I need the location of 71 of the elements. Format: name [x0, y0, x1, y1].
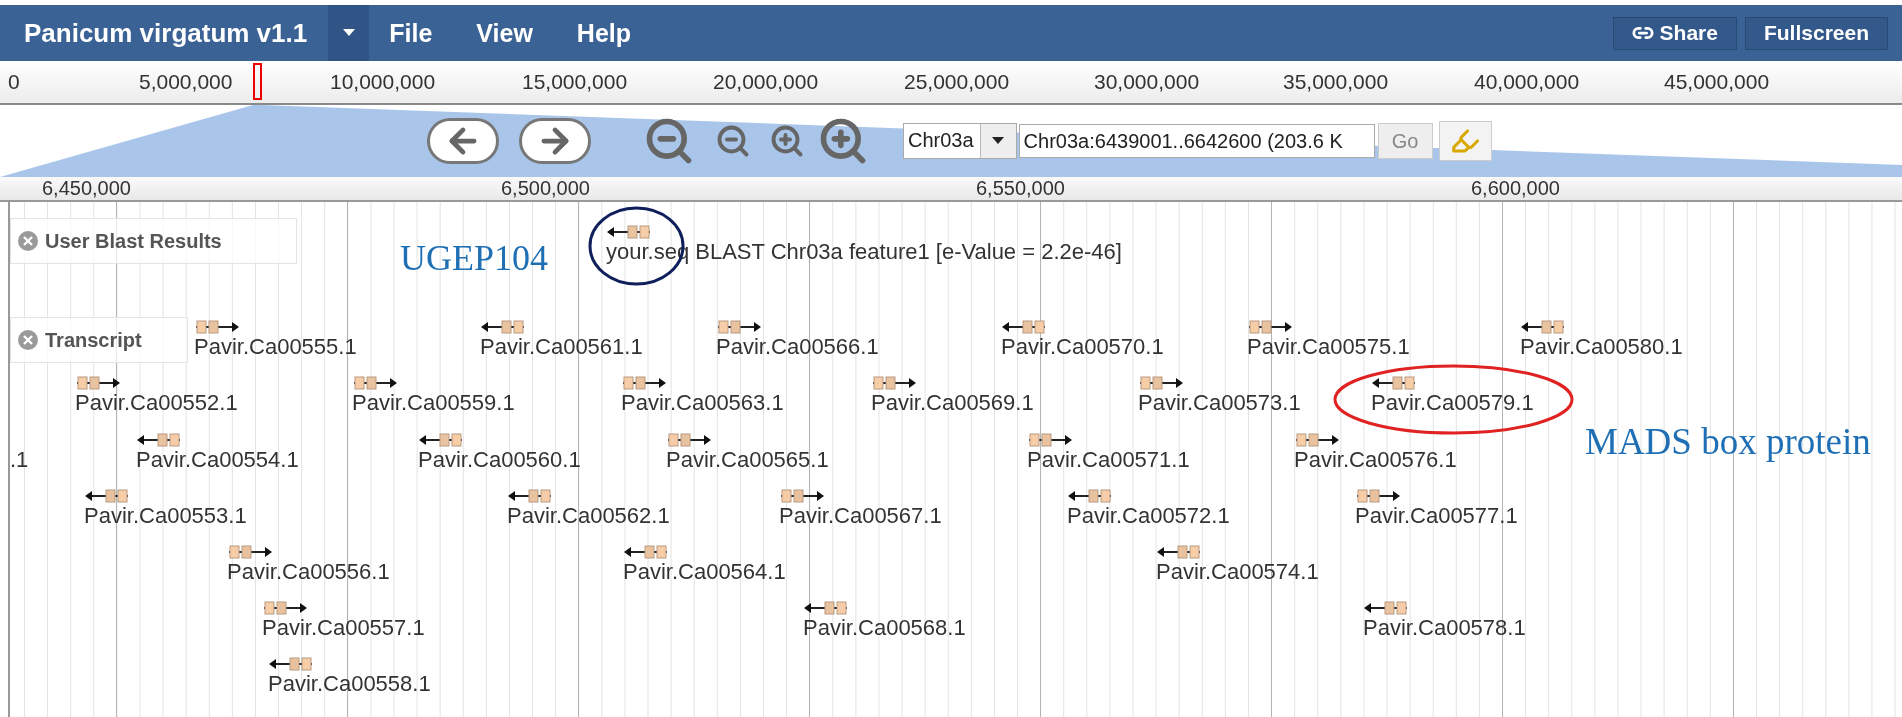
feature-label[interactable]: Pavir.Ca00561.1 [480, 335, 643, 359]
feature-label[interactable]: .1 [10, 448, 29, 472]
feature-label[interactable]: Pavir.Ca00553.1 [84, 504, 247, 528]
menu-item[interactable]: View [476, 18, 533, 48]
ruler-label: 35,000,000 [1283, 70, 1389, 94]
overview-ruler[interactable]: 0 5,000,000 10,000,000 15,000,000 20,000,000 25,000,000 30,000,000 35,000,000 40,000,000 45,000,000 [0, 61, 1902, 105]
feature-label[interactable]: Pavir.Ca00568.1 [803, 616, 966, 640]
feature-label[interactable]: Pavir.Ca00572.1 [1067, 504, 1230, 528]
ruler-label: 15,000,000 [522, 70, 628, 94]
feature-label[interactable]: Pavir.Ca00573.1 [1138, 391, 1301, 415]
location-field[interactable]: Chr03a:6439001..6642600 (203.6 K [1018, 124, 1375, 158]
feature-label[interactable]: Pavir.Ca00569.1 [871, 391, 1034, 415]
caret-icon [992, 137, 1005, 145]
feature-label[interactable]: Pavir.Ca00579.1 [1371, 391, 1534, 415]
feature-label[interactable]: Pavir.Ca00580.1 [1520, 335, 1683, 359]
ruler-label: 6,500,000 [501, 177, 590, 200]
feature-label[interactable]: Pavir.Ca00567.1 [779, 504, 942, 528]
feature-label[interactable]: Pavir.Ca00571.1 [1027, 448, 1190, 472]
track-name: Transcript [45, 328, 142, 352]
zoom-in-icon [769, 123, 805, 159]
dropdown-button[interactable] [979, 124, 1016, 158]
menu-item[interactable]: Help [576, 18, 632, 48]
feature-label[interactable]: Pavir.Ca00565.1 [666, 448, 829, 472]
close-icon[interactable] [17, 329, 39, 351]
feature-label[interactable]: Pavir.Ca00577.1 [1355, 504, 1518, 528]
track-name: User Blast Results [45, 229, 222, 253]
track-label[interactable]: User Blast Results [10, 218, 297, 264]
feature-label[interactable]: Pavir.Ca00563.1 [621, 391, 784, 415]
toolbar-button[interactable]: Fullscreen [1744, 16, 1888, 50]
ruler-label: 25,000,000 [904, 70, 1010, 94]
ruler-label: 40,000,000 [1474, 70, 1580, 94]
feature-label[interactable]: Pavir.Ca00557.1 [262, 616, 425, 640]
chromosome-value: Chr03a [907, 128, 975, 153]
ruler-label: 6,550,000 [976, 177, 1065, 200]
app-title: Panicum virgatum v1.1 [24, 17, 308, 49]
chromosome-select[interactable]: Chr03a [903, 123, 1017, 159]
ruler-label: 30,000,000 [1094, 70, 1200, 94]
feature-label[interactable]: Pavir.Ca00554.1 [136, 448, 299, 472]
feature-label[interactable]: Pavir.Ca00578.1 [1363, 616, 1526, 640]
ruler-label: 6,600,000 [1471, 177, 1560, 200]
ruler-label: 5,000,000 [139, 70, 233, 94]
annotation-text: MADS box protein [1585, 420, 1871, 463]
feature-label[interactable]: Pavir.Ca00574.1 [1156, 560, 1319, 584]
zoom-out-icon [715, 123, 751, 159]
menu-item[interactable]: File [389, 18, 433, 48]
feature-label[interactable]: Pavir.Ca00570.1 [1001, 335, 1164, 359]
feature-label[interactable]: Pavir.Ca00556.1 [227, 560, 390, 584]
zoom-out-button[interactable] [715, 123, 751, 159]
feature-label[interactable]: Pavir.Ca00559.1 [352, 391, 515, 415]
feature-label[interactable]: Pavir.Ca00566.1 [716, 335, 879, 359]
close-icon[interactable] [17, 230, 39, 252]
feature-label[interactable]: Pavir.Ca00555.1 [194, 335, 357, 359]
annotation-text: UGEP104 [400, 237, 548, 279]
ruler-label: 6,450,000 [42, 177, 131, 200]
highlighter-icon [1450, 126, 1481, 156]
feature-label[interactable]: Pavir.Ca00576.1 [1294, 448, 1457, 472]
caret-icon [342, 29, 355, 37]
zoom-in-button[interactable] [769, 123, 805, 159]
ruler-label: 45,000,000 [1664, 70, 1770, 94]
viewport-marker[interactable] [253, 63, 262, 100]
feature-label[interactable]: Pavir.Ca00575.1 [1247, 335, 1410, 359]
ruler-label: 10,000,000 [330, 70, 436, 94]
ruler-label: 0 [8, 70, 20, 94]
feature-label[interactable]: Pavir.Ca00552.1 [75, 391, 238, 415]
ruler-label: 20,000,000 [713, 70, 819, 94]
toolbar-button[interactable]: Share [1612, 16, 1737, 50]
track-label[interactable]: Transcript [10, 317, 188, 363]
feature-label[interactable]: Pavir.Ca00562.1 [507, 504, 670, 528]
feature-label[interactable]: Pavir.Ca00560.1 [418, 448, 581, 472]
feature-label[interactable]: Pavir.Ca00564.1 [623, 560, 786, 584]
feature-label[interactable]: Pavir.Ca00558.1 [268, 672, 431, 696]
